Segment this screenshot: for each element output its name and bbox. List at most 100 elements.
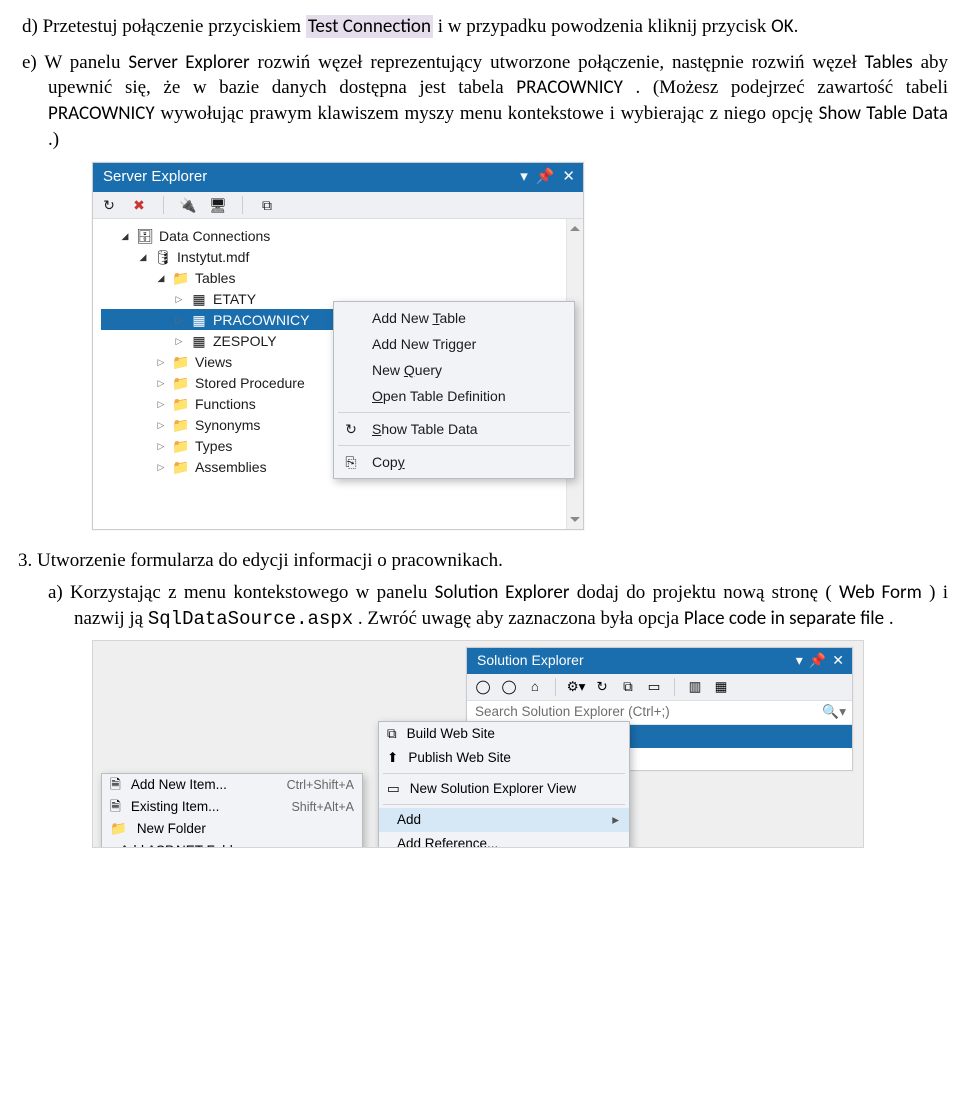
pracownicy-label-2: PRACOWNICY — [48, 102, 155, 125]
panel-title: Server Explorer — [103, 167, 207, 187]
services-icon[interactable]: ⧉ — [259, 197, 275, 213]
copy-icon: ⎘ — [342, 453, 360, 471]
solution-explorer-screenshot: Solution Explorer ▾ 📌 ✕ ◯ ◯ ⌂ ⚙▾ ↻ ⧉ ▭ ▥… — [92, 640, 948, 848]
refresh-icon: ↻ — [342, 420, 360, 438]
ctx-add[interactable]: Add ▸ — [379, 808, 629, 832]
ctx-copy[interactable]: ⎘ Copy — [334, 449, 574, 475]
tree-node-db[interactable]: 🛢 Instytut.mdf — [101, 246, 579, 267]
publish-icon: ⬆ — [387, 749, 398, 767]
panel-toolbar: ↻ ✖ 🔌 🖥 ⧉ — [93, 192, 583, 219]
panel-toolbar: ◯ ◯ ⌂ ⚙▾ ↻ ⧉ ▭ ▥ ▦ — [467, 674, 852, 701]
ctx-new-query[interactable]: New Query — [334, 357, 574, 383]
ctx-publish-web-site[interactable]: ⬆ Publish Web Site — [379, 746, 629, 770]
dropdown-icon[interactable]: ▾ — [796, 651, 803, 670]
search-icon: 🔍▾ — [822, 703, 846, 721]
filename: SqlDataSource.aspx — [148, 608, 353, 630]
sub-add-new-item[interactable]: 🗎 Add New Item... Ctrl+Shift+A — [102, 774, 362, 796]
forward-icon[interactable]: ◯ — [501, 679, 517, 695]
pin-icon[interactable]: 📌 — [536, 167, 555, 187]
text: . (Możesz podejrzeć zawartość tabeli — [636, 77, 948, 98]
para-a: a) Korzystając z menu kontekstowego w pa… — [74, 580, 948, 632]
folder-icon: 📁 — [173, 438, 189, 454]
submenu-arrow-icon: ▸ — [612, 811, 619, 829]
ctx-new-view[interactable]: ▭ New Solution Explorer View — [379, 777, 629, 801]
heading-3: 3. Utworzenie formularza do edycji infor… — [18, 548, 948, 574]
refresh-icon[interactable]: ↻ — [594, 679, 610, 695]
connect-db-icon[interactable]: 🔌 — [180, 197, 196, 213]
web-form-label: Web Form — [839, 581, 922, 604]
search-placeholder: Search Solution Explorer (Ctrl+;) — [475, 703, 816, 721]
close-icon[interactable]: ✕ — [832, 651, 844, 670]
place-code-label: Place code in separate file — [684, 607, 884, 630]
ctx-build-web-site[interactable]: ⧉ Build Web Site — [379, 722, 629, 746]
tables-label: Tables — [865, 51, 913, 74]
sub-new-folder[interactable]: 📁 New Folder — [102, 818, 362, 840]
stop-icon[interactable]: ✖ — [131, 197, 147, 213]
tree-node-data-connections[interactable]: 🗄 Data Connections — [101, 225, 579, 246]
text: . — [794, 16, 799, 37]
panel-title-bar[interactable]: Server Explorer ▾ 📌 ✕ — [93, 163, 583, 192]
solution-explorer-label: Solution Explorer — [435, 581, 570, 604]
hl-test-connection: Test Connection — [306, 15, 433, 38]
properties-icon[interactable]: ▭ — [646, 679, 662, 695]
new-folder-icon: 📁 — [110, 820, 127, 838]
pracownicy-label: PRACOWNICY — [516, 76, 623, 99]
pin-icon[interactable]: 📌 — [809, 651, 826, 670]
gear-icon[interactable]: ⚙▾ — [568, 679, 584, 695]
server-explorer-screenshot: Server Explorer ▾ 📌 ✕ ↻ ✖ 🔌 🖥 ⧉ 🗄 Data C… — [92, 162, 948, 530]
view-icon[interactable]: ▥ — [687, 679, 703, 695]
close-icon[interactable]: ✕ — [562, 167, 575, 187]
folder-icon: 📁 — [173, 375, 189, 391]
tree-node-tables[interactable]: 📁 Tables — [101, 267, 579, 288]
dropdown-icon[interactable]: ▾ — [520, 167, 528, 187]
text: . Zwróć uwagę aby zaznaczona była opcja — [358, 608, 684, 629]
folder-icon: 📁 — [173, 270, 189, 286]
show-all-icon[interactable]: ▦ — [713, 679, 729, 695]
show-table-data-label: Show Table Data — [819, 102, 948, 125]
table-icon: ▦ — [191, 312, 207, 328]
back-icon[interactable]: ◯ — [475, 679, 491, 695]
build-icon: ⧉ — [387, 725, 397, 743]
ctx-show-table-data[interactable]: ↻ Show Table Data — [334, 416, 574, 442]
context-menu: Add New Table Add New Trigger New Query … — [333, 301, 575, 479]
new-item-icon: 🗎 — [110, 776, 121, 794]
existing-item-icon: 🗎 — [110, 798, 121, 816]
folder-icon: 📁 — [173, 459, 189, 475]
add-submenu: 🗎 Add New Item... Ctrl+Shift+A 🗎 Existin… — [101, 773, 363, 848]
text: wywołując prawym klawiszem myszy menu ko… — [160, 103, 818, 124]
shortcut: Ctrl+Shift+A — [287, 777, 354, 794]
refresh-icon[interactable]: ↻ — [101, 197, 117, 213]
text: d) Przetestuj połączenie przyciskiem — [22, 16, 306, 37]
connect-server-icon[interactable]: 🖥 — [210, 197, 226, 213]
text: a) Korzystając z menu kontekstowego w pa… — [48, 582, 435, 603]
text: e) W panelu — [22, 52, 128, 73]
panel-title: Solution Explorer — [477, 651, 584, 670]
folder-icon: 📁 — [173, 396, 189, 412]
ctx-add-new-trigger[interactable]: Add New Trigger — [334, 331, 574, 357]
window-icon: ▭ — [387, 780, 400, 798]
db-group-icon: 🗄 — [137, 228, 153, 244]
ctx-open-table-definition[interactable]: Open Table Definition — [334, 383, 574, 409]
table-icon: ▦ — [191, 291, 207, 307]
text: i w przypadku powodzenia kliknij przycis… — [438, 16, 771, 37]
home-icon[interactable]: ⌂ — [527, 679, 543, 695]
panel-title-bar[interactable]: Solution Explorer ▾ 📌 ✕ — [467, 648, 852, 674]
text: dodaj do projektu nową stronę ( — [577, 582, 832, 603]
folder-icon: 📁 — [173, 417, 189, 433]
ctx-add-new-table[interactable]: Add New Table — [334, 305, 574, 331]
sub-add-aspnet-folder[interactable]: Add ASP.NET Folder — [102, 840, 362, 848]
collapse-icon[interactable]: ⧉ — [620, 679, 636, 695]
text: . — [889, 608, 894, 629]
folder-icon: 📁 — [173, 354, 189, 370]
text: .) — [48, 129, 59, 150]
table-icon: ▦ — [191, 333, 207, 349]
shortcut: Shift+Alt+A — [291, 799, 354, 816]
server-explorer-label: Server Explorer — [128, 51, 249, 74]
para-d: d) Przetestuj połączenie przyciskiem Tes… — [48, 14, 948, 40]
para-e: e) W panelu Server Explorer rozwiń węzeł… — [48, 50, 948, 153]
text: rozwiń węzeł reprezentujący utworzone po… — [258, 52, 865, 73]
sub-existing-item[interactable]: 🗎 Existing Item... Shift+Alt+A — [102, 796, 362, 818]
database-icon: 🛢 — [155, 249, 171, 265]
ctx-add-reference[interactable]: Add Reference... — [379, 832, 629, 848]
solution-context-menu: ⧉ Build Web Site ⬆ Publish Web Site ▭ Ne… — [378, 721, 630, 848]
